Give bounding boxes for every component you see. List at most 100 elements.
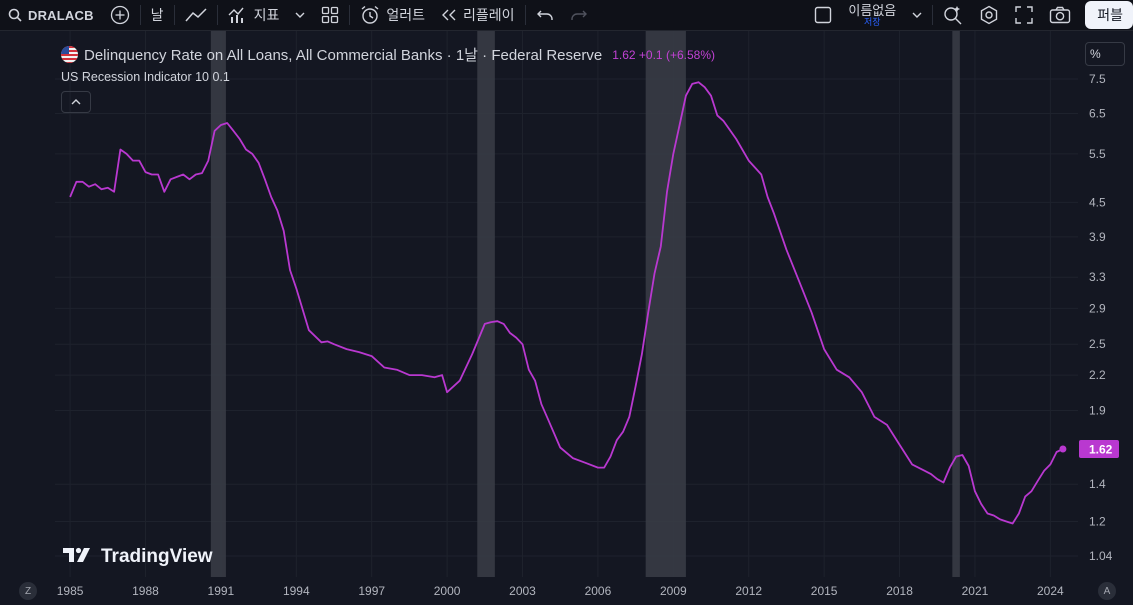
x-tick-label: 2021: [962, 584, 989, 598]
interval-label: 날: [150, 7, 164, 23]
toolbar-divider: [216, 5, 218, 25]
x-tick-label: 1985: [57, 584, 84, 598]
x-tick-label: 2024: [1037, 584, 1064, 598]
y-tick-label: 1.04: [1089, 549, 1113, 563]
toolbar-divider: [139, 5, 141, 25]
indicators-dropdown[interactable]: [287, 0, 313, 30]
x-tick-label: 2012: [735, 584, 762, 598]
toolbar-divider: [932, 5, 934, 25]
layout-save-status: 저장: [864, 16, 881, 27]
alarm-clock-icon: [360, 5, 380, 25]
legend-collapse-button[interactable]: [61, 91, 91, 113]
layout-name-button[interactable]: 이름없음 저장: [840, 0, 904, 30]
x-tick-label: 1991: [208, 584, 235, 598]
chart-background-fill: [0, 31, 1133, 605]
undo-icon: [536, 8, 554, 22]
alerts-button[interactable]: 얼러트: [352, 0, 433, 30]
fullscreen-icon: [1015, 6, 1033, 24]
y-tick-label: 3.9: [1089, 230, 1106, 244]
layout-dropdown[interactable]: [904, 0, 930, 30]
compare-button[interactable]: [102, 0, 138, 30]
chart-background: [0, 31, 1133, 605]
y-tick-label: 6.5: [1089, 107, 1106, 121]
chevron-down-icon: [295, 11, 305, 19]
y-tick-label: 3.3: [1089, 270, 1106, 284]
price-scale-background: [1079, 31, 1133, 605]
y-tick-label: 1.4: [1089, 477, 1106, 491]
rewind-icon: [441, 9, 457, 21]
toolbar-divider: [349, 5, 351, 25]
series-change-pct: (+6.58%): [665, 47, 715, 62]
recession-band: [477, 31, 495, 577]
settings-hexagon-icon: [979, 5, 999, 25]
x-tick-label: 2009: [660, 584, 687, 598]
alerts-label: 얼러트: [386, 7, 425, 23]
us-flag-icon: [61, 46, 78, 63]
x-tick-label: 2000: [434, 584, 461, 598]
plus-circle-icon: [110, 5, 130, 25]
redo-icon: [570, 8, 588, 22]
x-tick-label: 1994: [283, 584, 310, 598]
interval-button[interactable]: 날: [143, 0, 172, 30]
series-change: +0.1: [638, 47, 663, 62]
snapshot-button[interactable]: [1041, 0, 1079, 30]
x-tick-label: 2015: [811, 584, 838, 598]
chevron-down-icon: [912, 11, 922, 19]
series-last-value: 1.62: [612, 47, 636, 62]
magnifier-sparkle-icon: [943, 5, 963, 25]
fullscreen-button[interactable]: [1007, 0, 1041, 30]
recession-band: [645, 31, 686, 577]
y-tick-label: 4.5: [1089, 195, 1106, 209]
toolbar-divider: [173, 5, 175, 25]
y-tick-label: 2.5: [1089, 337, 1106, 351]
toolbar-right: 이름없음 저장 퍼블: [806, 0, 1133, 30]
search-icon: [8, 8, 22, 22]
square-icon: [814, 6, 832, 24]
indicator-legend[interactable]: US Recession Indicator 10 0.1: [61, 70, 230, 84]
x-tick-label: 2006: [585, 584, 612, 598]
undo-button[interactable]: [528, 0, 562, 30]
layout-name: 이름없음 저장: [848, 4, 896, 27]
x-tick-label: 2018: [886, 584, 913, 598]
series-legend[interactable]: Delinquency Rate on All Loans, All Comme…: [61, 44, 715, 65]
layout-name-text: 이름없음: [848, 2, 897, 18]
x-tick-label: 1997: [358, 584, 385, 598]
tradingview-logo-icon: [63, 545, 95, 569]
y-tick-label: 2.2: [1089, 368, 1106, 382]
series-values: 1.62 +0.1 (+6.58%): [612, 48, 715, 62]
tradingview-watermark: TradingView: [63, 545, 213, 569]
publish-button[interactable]: 퍼블: [1085, 1, 1133, 29]
indicators-label: 지표: [253, 7, 280, 23]
y-tick-label: 1.9: [1089, 404, 1106, 418]
line-chart-icon: [184, 7, 207, 23]
last-point-marker: [1059, 445, 1067, 453]
last-value-label: 1.62: [1089, 442, 1113, 456]
timezone-button[interactable]: Z: [19, 582, 37, 600]
y-tick-label: 2.9: [1089, 301, 1106, 315]
replay-button[interactable]: 리플레이: [433, 0, 523, 30]
toolbar-divider: [524, 5, 526, 25]
symbol-search[interactable]: DRALACB: [0, 0, 102, 30]
redo-button[interactable]: [562, 0, 596, 30]
y-tick-label: 7.5: [1089, 72, 1106, 86]
series-title: Delinquency Rate on All Loans, All Comme…: [84, 47, 603, 64]
auto-scale-button[interactable]: A: [1098, 582, 1116, 600]
settings-button[interactable]: [971, 0, 1007, 30]
recession-band: [210, 31, 226, 577]
grid-icon: [321, 6, 339, 24]
top-toolbar: DRALACB 날 지표 얼러트 리플레이 이름없음 저장 퍼블: [0, 0, 1133, 31]
chevron-up-icon: [71, 95, 81, 109]
scale-mode-button[interactable]: %: [1085, 42, 1125, 66]
quick-search-button[interactable]: [935, 0, 971, 30]
watermark-text: TradingView: [101, 546, 213, 567]
layout-grid-button[interactable]: [313, 0, 347, 30]
replay-label: 리플레이: [462, 7, 515, 23]
chart-area[interactable]: 7.5 6.5 5.5 4.5 3.9 3.3 2.9 2.5 2.2 1.9 1.4 1.2 1.04…: [0, 31, 1133, 605]
x-tick-label: 2003: [509, 584, 536, 598]
camera-icon: [1049, 6, 1071, 24]
indicators-button[interactable]: 지표: [220, 0, 288, 30]
x-tick-label: 1988: [132, 584, 159, 598]
y-tick-label: 1.2: [1089, 514, 1106, 528]
chart-type-button[interactable]: [177, 0, 215, 30]
layout-toggle[interactable]: [806, 0, 840, 30]
